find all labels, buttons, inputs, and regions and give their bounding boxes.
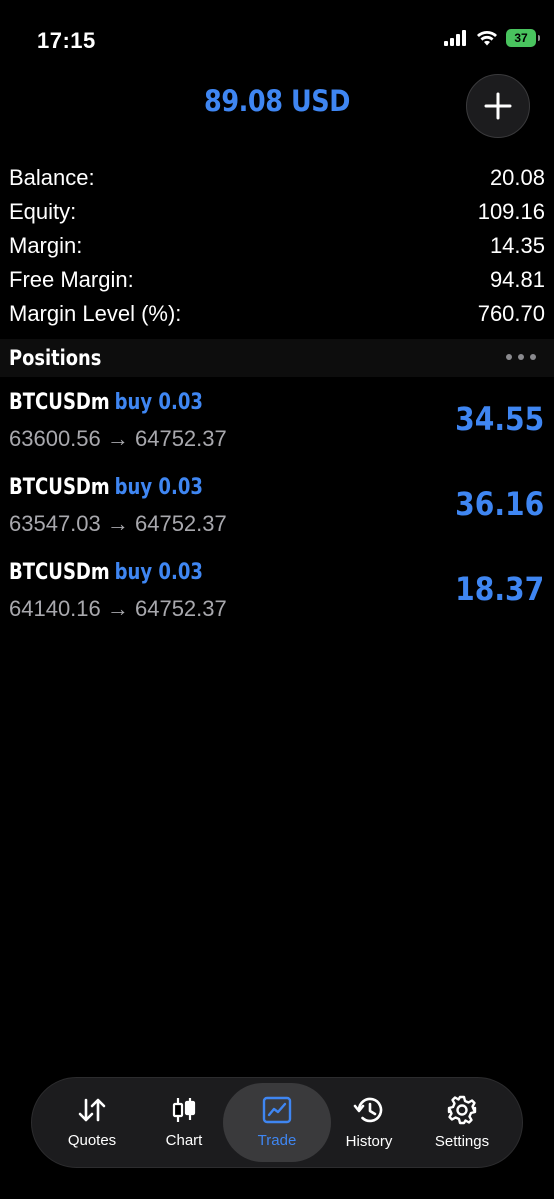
status-icons: 37: [444, 29, 540, 47]
tab-trade[interactable]: Trade: [223, 1083, 331, 1162]
position-row[interactable]: BTCUSDm buy 0.03 64140.16 → 64752.37 18.3…: [0, 554, 554, 639]
summary-row-free-margin: Free Margin: 94.81: [9, 263, 545, 297]
tab-history[interactable]: History: [321, 1078, 417, 1167]
position-profit: 18.37: [454, 570, 544, 608]
positions-title: Positions: [9, 346, 102, 370]
free-margin-value: 94.81: [489, 267, 545, 292]
position-row[interactable]: BTCUSDm buy 0.03 63600.56 → 64752.37 34.5…: [0, 384, 554, 469]
tab-label: Trade: [257, 1132, 297, 1149]
cellular-signal-icon: [444, 30, 466, 46]
summary-row-margin: Margin: 14.35: [9, 229, 545, 263]
new-order-button[interactable]: [466, 74, 530, 138]
position-row[interactable]: BTCUSDm buy 0.03 63547.03 → 64752.37 36.1…: [0, 469, 554, 554]
account-summary: Balance: 20.08 Equity: 109.16 Margin: 14…: [9, 161, 545, 331]
tab-chart[interactable]: Chart: [136, 1078, 232, 1167]
summary-row-balance: Balance: 20.08: [9, 161, 545, 195]
tab-label: Quotes: [67, 1132, 117, 1149]
position-symbol: BTCUSDm: [9, 390, 110, 415]
position-prices: 64140.16 → 64752.37: [9, 596, 227, 621]
position-symbol: BTCUSDm: [9, 560, 110, 585]
position-type: buy 0.03: [114, 390, 203, 415]
equity-label: Equity:: [9, 199, 77, 224]
summary-row-equity: Equity: 109.16: [9, 195, 545, 229]
battery-level: 37: [514, 31, 528, 45]
position-profit: 34.55: [454, 400, 544, 438]
tab-label: Chart: [165, 1132, 203, 1149]
tab-label: History: [345, 1133, 393, 1150]
tab-quotes[interactable]: Quotes: [44, 1078, 140, 1167]
wifi-icon: [477, 31, 497, 46]
plus-icon: [484, 92, 512, 120]
summary-row-margin-level: Margin Level (%): 760.70: [9, 297, 545, 331]
position-symbol: BTCUSDm: [9, 475, 110, 500]
position-prices: 63600.56 → 64752.37: [9, 426, 227, 451]
position-type: buy 0.03: [114, 560, 203, 585]
tab-bar: Quotes Chart Trade History Settings: [31, 1077, 523, 1168]
quotes-arrows-icon: [78, 1098, 106, 1122]
margin-level-value: 760.70: [477, 301, 545, 326]
equity-value: 109.16: [477, 199, 545, 224]
free-margin-label: Free Margin:: [9, 267, 134, 292]
battery-icon: 37: [506, 29, 540, 47]
tab-settings[interactable]: Settings: [414, 1078, 510, 1167]
status-bar: 17:15 37: [0, 0, 554, 80]
candlestick-icon: [172, 1098, 196, 1122]
position-profit: 36.16: [454, 485, 544, 523]
tab-label: Settings: [434, 1133, 490, 1150]
balance-label: Balance:: [9, 165, 95, 190]
balance-value: 20.08: [489, 165, 545, 190]
more-options-icon[interactable]: [506, 354, 536, 360]
trade-chart-icon: [262, 1096, 292, 1124]
margin-label: Margin:: [9, 233, 83, 258]
margin-value: 14.35: [489, 233, 545, 258]
position-type: buy 0.03: [114, 475, 203, 500]
margin-level-label: Margin Level (%):: [9, 301, 182, 326]
history-icon: [353, 1097, 383, 1123]
status-time: 17:15: [37, 28, 96, 53]
position-prices: 63547.03 → 64752.37: [9, 511, 227, 536]
gear-icon: [447, 1095, 477, 1125]
positions-list: BTCUSDm buy 0.03 63600.56 → 64752.37 34.5…: [0, 384, 554, 639]
positions-section-header: Positions: [0, 339, 554, 377]
account-profit-total: 89.08 USD: [204, 84, 350, 118]
